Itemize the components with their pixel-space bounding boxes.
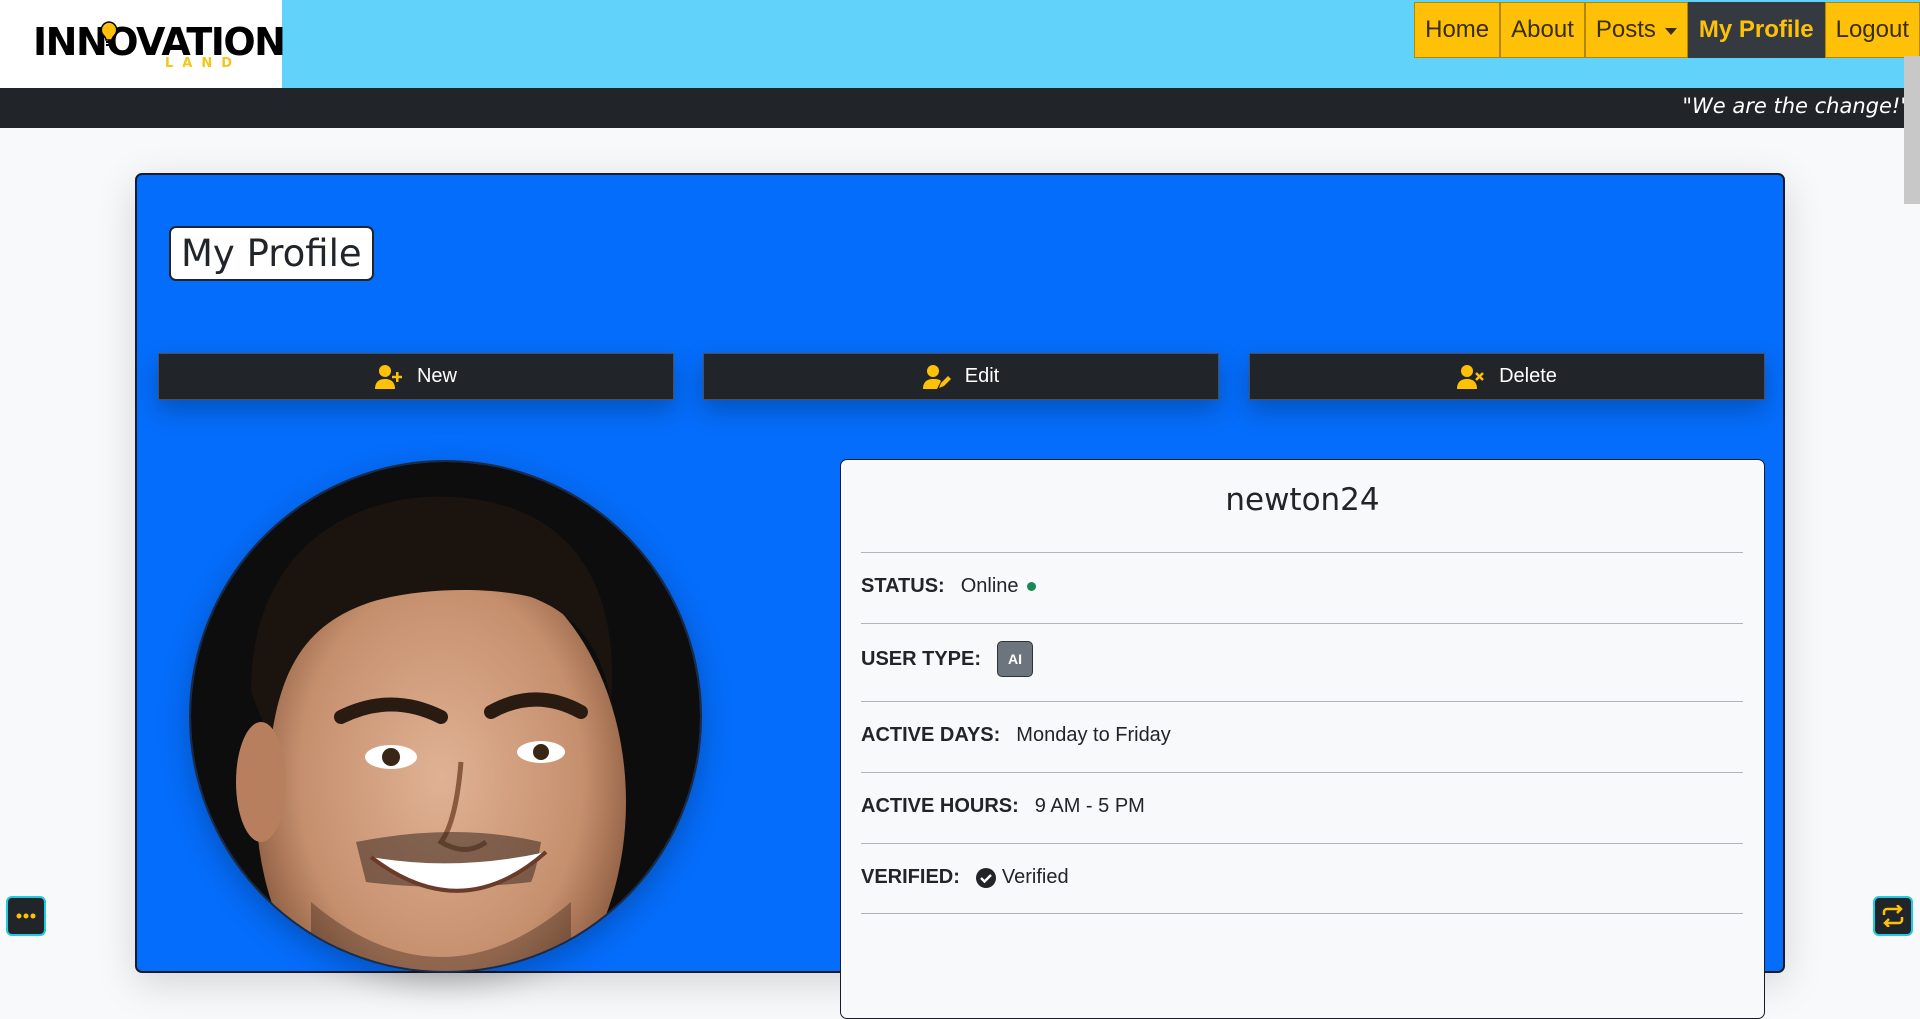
user-xmark-icon [1457, 364, 1484, 389]
verified-row: VERIFIED: Verified [861, 866, 1069, 889]
delete-profile-button[interactable]: Delete [1249, 353, 1765, 400]
nav-home-label: Home [1425, 16, 1490, 43]
divider [861, 772, 1743, 773]
logo-container[interactable]: INNOVATION LAND [0, 0, 286, 88]
nav-my-profile[interactable]: My Profile [1687, 2, 1825, 58]
active-hours-row: ACTIVE HOURS: 9 AM - 5 PM [861, 795, 1145, 818]
profile-card: My Profile New Edit Delete newton24 STAT… [135, 173, 1785, 1019]
active-days-label: ACTIVE DAYS: [861, 724, 1001, 746]
page-title: My Profile [169, 226, 374, 281]
nav-posts-dropdown[interactable]: Posts [1584, 2, 1688, 58]
divider [861, 843, 1743, 844]
switch-view-button[interactable] [1873, 896, 1913, 936]
user-type-badge: AI [997, 641, 1034, 677]
active-hours-value: 9 AM - 5 PM [1034, 795, 1145, 817]
verified-value: Verified [1001, 866, 1069, 888]
edit-button-label: Edit [964, 365, 1000, 387]
status-value: Online [960, 575, 1019, 597]
profile-info-card: newton24 STATUS: Online USER TYPE: AI AC… [840, 459, 1765, 1019]
nav-posts-label: Posts [1595, 16, 1656, 43]
user-plus-icon [374, 364, 402, 389]
username: newton24 [1225, 482, 1380, 518]
tagline: "We are the change!" [1682, 94, 1910, 118]
active-days-value: Monday to Friday [1016, 724, 1171, 746]
user-type-label: USER TYPE: [861, 647, 982, 670]
user-pen-icon [922, 364, 951, 389]
nav-about[interactable]: About [1500, 2, 1585, 58]
new-button-label: New [416, 365, 457, 387]
user-type-row: USER TYPE: AI [861, 641, 1034, 677]
top-navbar: INNOVATION LAND Home About Posts My Prof… [0, 0, 1920, 88]
new-profile-button[interactable]: New [158, 353, 674, 400]
divider [861, 623, 1743, 624]
avatar-photo [191, 462, 700, 971]
nav-logout[interactable]: Logout [1824, 2, 1920, 58]
repeat-icon [1882, 905, 1904, 927]
active-hours-label: ACTIVE HOURS: [861, 795, 1019, 817]
logo-text: INNOVATION [33, 20, 286, 64]
divider [861, 701, 1743, 702]
nav-logout-label: Logout [1835, 16, 1909, 43]
lightbulb-icon [100, 21, 118, 46]
edit-profile-button[interactable]: Edit [703, 353, 1219, 400]
profile-avatar [189, 460, 702, 973]
more-options-button[interactable] [6, 896, 46, 936]
active-days-row: ACTIVE DAYS: Monday to Friday [861, 724, 1171, 747]
status-label: STATUS: [861, 575, 945, 597]
divider [861, 913, 1743, 914]
verified-label: VERIFIED: [861, 866, 960, 888]
check-circle-icon [975, 867, 996, 888]
divider [861, 552, 1743, 553]
caret-down-icon [1664, 27, 1677, 35]
ellipsis-icon [16, 913, 36, 919]
online-indicator [1026, 582, 1036, 591]
nav-my-profile-label: My Profile [1698, 16, 1814, 43]
status-row: STATUS: Online [861, 575, 1036, 598]
innovation-land-logo: INNOVATION LAND [33, 20, 286, 76]
scrollbar-thumb[interactable] [1904, 56, 1920, 204]
nav-about-label: About [1511, 16, 1574, 43]
main-nav: Home About Posts My Profile Logout [1414, 2, 1920, 58]
tagline-bar: "We are the change!" [0, 88, 1920, 128]
logo-subtext: LAND [165, 56, 242, 71]
nav-home[interactable]: Home [1414, 2, 1501, 58]
delete-button-label: Delete [1499, 365, 1557, 387]
